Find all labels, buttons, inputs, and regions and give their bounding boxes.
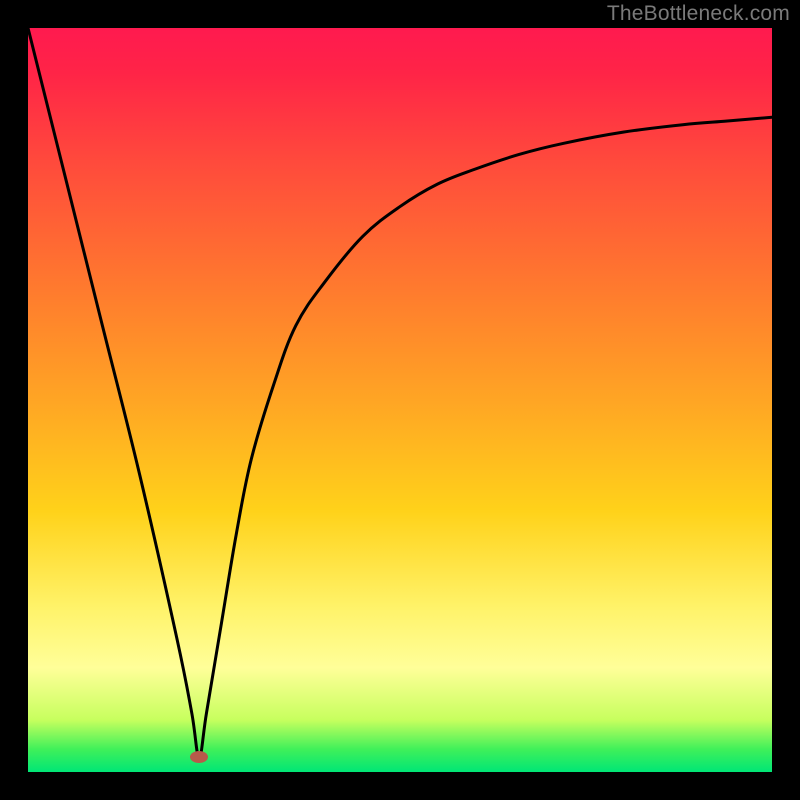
- bottleneck-curve: [28, 28, 772, 772]
- chart-frame: TheBottleneck.com: [0, 0, 800, 800]
- optimal-point-marker: [190, 751, 208, 763]
- plot-area: [28, 28, 772, 772]
- watermark-text: TheBottleneck.com: [607, 2, 790, 26]
